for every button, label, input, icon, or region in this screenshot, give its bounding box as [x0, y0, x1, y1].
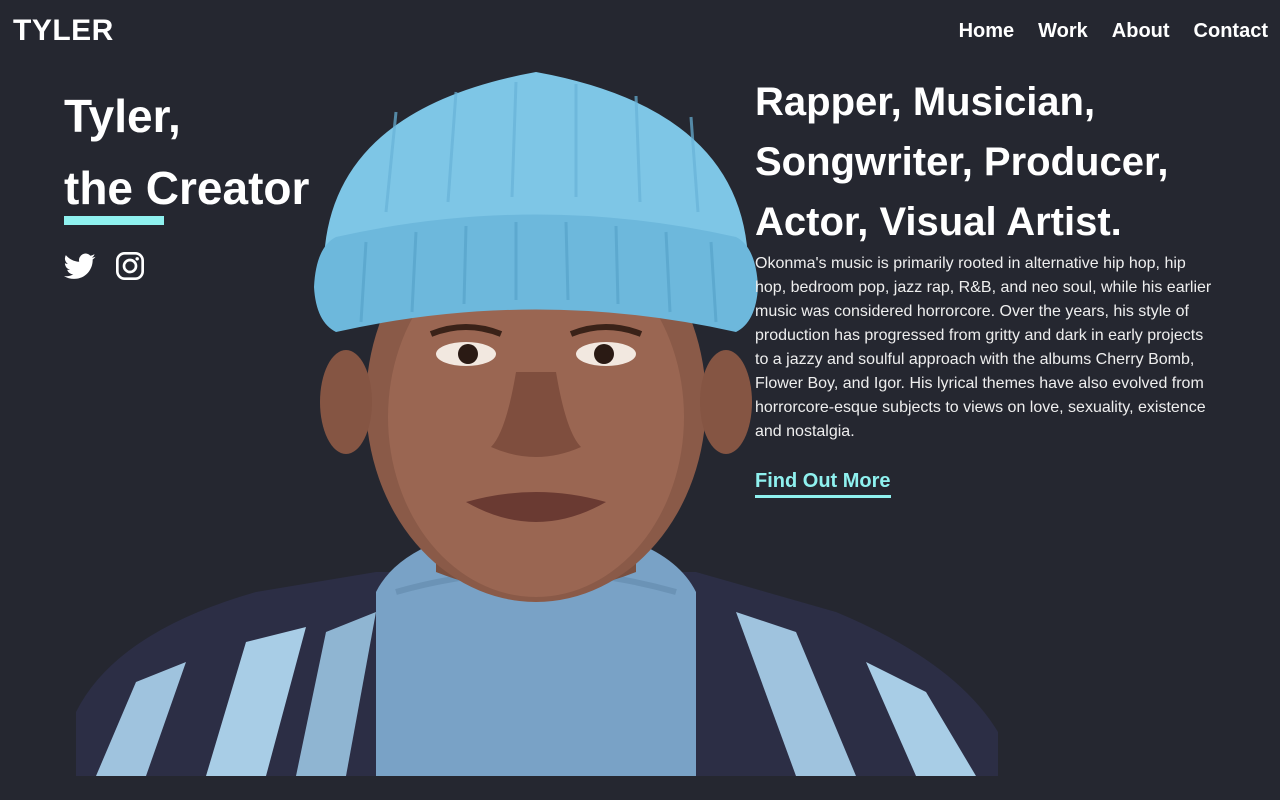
social-links	[64, 250, 146, 282]
nav-home[interactable]: Home	[959, 20, 1015, 43]
twitter-icon	[64, 253, 96, 279]
instagram-link[interactable]	[114, 250, 146, 282]
roles-line1: Rapper, Musician,	[755, 80, 1096, 124]
instagram-icon	[116, 252, 144, 280]
roles-line2: Songwriter, Producer,	[755, 140, 1169, 184]
bio-paragraph: Okonma's music is primarily rooted in al…	[755, 255, 1212, 440]
main-nav: Home Work About Contact	[959, 20, 1268, 43]
hero-title-line2: the Creator	[64, 162, 310, 214]
twitter-link[interactable]	[64, 250, 96, 282]
roles-line3: Actor, Visual Artist.	[755, 200, 1122, 244]
page: TYLER Home Work About Contact Tyler, the…	[0, 0, 1280, 800]
title-underline	[64, 216, 164, 225]
roles-heading: Rapper, Musician, Songwriter, Producer, …	[755, 72, 1255, 252]
hero-title-line1: Tyler,	[64, 90, 181, 142]
hero-title: Tyler, the Creator	[64, 80, 309, 224]
nav-about[interactable]: About	[1112, 20, 1170, 43]
nav-work[interactable]: Work	[1038, 20, 1088, 43]
find-out-more-link[interactable]: Find Out More	[755, 470, 891, 498]
site-logo[interactable]: TYLER	[13, 14, 114, 48]
nav-contact[interactable]: Contact	[1194, 20, 1268, 43]
